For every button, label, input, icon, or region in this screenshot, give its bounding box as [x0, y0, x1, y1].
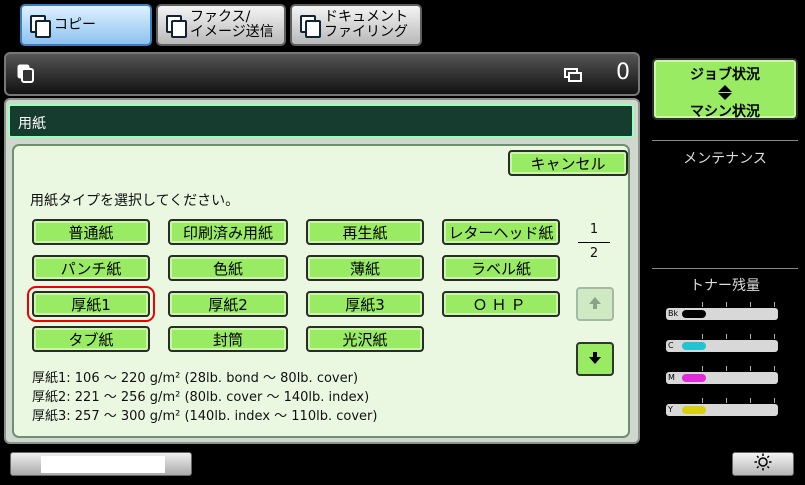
- panel-title: 用紙: [8, 104, 634, 138]
- toner-m-level: [682, 374, 706, 382]
- toner-label: トナー残量: [690, 278, 760, 294]
- cancel-button[interactable]: キャンセル: [508, 150, 628, 176]
- arrow-up-icon: [588, 295, 602, 314]
- tab-fax-label-1: ファクス/: [190, 9, 251, 25]
- spec-heavy1: 厚紙1: 106 ～ 220 g/m² (28lb. bond ～ 80lb. …: [32, 371, 359, 386]
- separator: [652, 268, 798, 269]
- fax-icon: [164, 14, 187, 38]
- toner-gauge-y: Y: [666, 404, 778, 416]
- paper-plain-button[interactable]: 普通紙: [32, 219, 150, 245]
- spec-heavy3: 厚紙3: 257 ～ 300 g/m² (140lb. index ～ 110l…: [32, 409, 378, 424]
- paper-recycled-button[interactable]: 再生紙: [306, 219, 424, 245]
- select-paper-prompt: 用紙タイプを選択してください。: [30, 193, 240, 209]
- bottom-status-field: [41, 456, 165, 473]
- paper-tab-button[interactable]: タブ紙: [32, 326, 150, 352]
- toner-gauge-c: C: [666, 340, 778, 352]
- job-status-label: ジョブ状況: [690, 67, 760, 83]
- page-current: 1: [589, 222, 599, 237]
- sun-icon: [754, 453, 772, 475]
- paper-envelope-button[interactable]: 封筒: [168, 326, 288, 352]
- page-total: 2: [589, 246, 599, 261]
- paper-letterhead-button[interactable]: レターヘッド紙: [442, 219, 560, 245]
- paper-heavy1-button[interactable]: 厚紙1: [27, 286, 155, 322]
- toner-c-name: C: [668, 341, 674, 350]
- machine-status-label: マシン状況: [690, 104, 760, 120]
- paper-heavy2-button[interactable]: 厚紙2: [168, 291, 288, 317]
- job-count: 0: [616, 60, 630, 85]
- tab-copy-label: コピー: [54, 16, 96, 33]
- paper-ohp-button[interactable]: ＯＨＰ: [442, 291, 560, 317]
- paper-punched-button[interactable]: パンチ紙: [32, 255, 150, 281]
- toner-gauge-m: M: [666, 372, 778, 384]
- copy-stack-icon: [564, 67, 582, 83]
- paper-glossy-button[interactable]: 光沢紙: [306, 326, 424, 352]
- spec-heavy2: 厚紙2: 221 ～ 256 g/m² (80lb. cover ～ 140lb…: [32, 390, 370, 405]
- paper-heavy3-button[interactable]: 厚紙3: [306, 291, 424, 317]
- paper-thin-button[interactable]: 薄紙: [306, 255, 424, 281]
- tab-fax-label-2: イメージ送信: [190, 24, 274, 40]
- bottom-status-bar: [10, 452, 192, 476]
- paper-color-button[interactable]: 色紙: [168, 255, 288, 281]
- tab-copy[interactable]: コピー: [20, 4, 152, 46]
- job-status-button[interactable]: ジョブ状況 マシン状況: [652, 58, 798, 120]
- arrow-down-icon: [588, 350, 602, 369]
- tab-doc-label-2: ファイリング: [324, 24, 408, 40]
- page-divider: [578, 242, 610, 243]
- page-up-button[interactable]: [576, 287, 614, 321]
- brightness-button[interactable]: [732, 452, 794, 476]
- toner-bk-level: [682, 310, 706, 318]
- separator: [652, 140, 798, 141]
- toner-m-name: M: [668, 373, 675, 382]
- status-bar: 0: [4, 52, 640, 96]
- maintenance-label[interactable]: メンテナンス: [652, 148, 798, 168]
- copy-icon: [28, 14, 51, 38]
- toner-gauge-bk: Bk: [666, 308, 778, 320]
- toner-y-level: [682, 406, 706, 414]
- tab-fax-image-send[interactable]: ファクス/ イメージ送信: [156, 4, 286, 46]
- page-down-button[interactable]: [576, 342, 614, 376]
- toner-c-level: [682, 342, 706, 350]
- paper-preprinted-button[interactable]: 印刷済み用紙: [168, 219, 288, 245]
- toner-bk-name: Bk: [668, 309, 679, 318]
- document-icon: [298, 14, 321, 38]
- toner-y-name: Y: [668, 405, 673, 414]
- paper-label-button[interactable]: ラベル紙: [442, 255, 560, 281]
- tab-document-filing[interactable]: ドキュメント ファイリング: [290, 4, 422, 46]
- copy-icon: [16, 64, 36, 84]
- switch-arrows-icon: [654, 85, 796, 100]
- tab-doc-label-1: ドキュメント: [324, 9, 408, 25]
